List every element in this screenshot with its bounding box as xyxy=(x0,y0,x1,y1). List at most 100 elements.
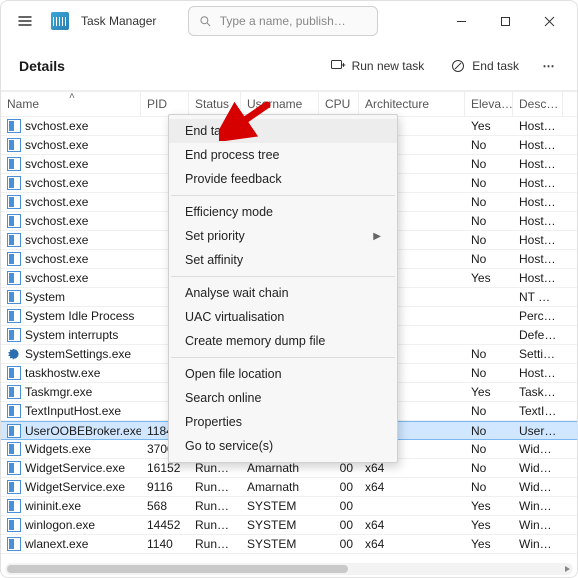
cell-description: Host… xyxy=(513,157,563,171)
context-menu-item[interactable]: Efficiency mode xyxy=(169,200,397,224)
col-status[interactable]: Status xyxy=(189,92,241,116)
process-icon xyxy=(7,233,21,247)
cell-cpu: 00 xyxy=(319,461,359,475)
cell-user: Amarnath xyxy=(241,480,319,494)
run-task-icon xyxy=(330,58,346,74)
table-row[interactable]: WidgetService.exe9116Run…Amarnath00x64No… xyxy=(1,478,577,497)
cell-description: Host… xyxy=(513,176,563,190)
cell-user: Amarnath xyxy=(241,461,319,475)
cell-pid: 9116 xyxy=(141,480,189,494)
process-name: wininit.exe xyxy=(25,499,81,513)
col-pid[interactable]: PID xyxy=(141,92,189,116)
cell-arch: x64 xyxy=(359,480,465,494)
process-name: wlanext.exe xyxy=(25,537,88,551)
process-name: TextInputHost.exe xyxy=(25,404,121,418)
cell-description: Win… xyxy=(513,518,563,532)
cell-elevated: No xyxy=(465,461,513,475)
col-elevated[interactable]: Eleva… xyxy=(465,92,513,116)
cell-user: SYSTEM xyxy=(241,499,319,513)
process-icon xyxy=(7,424,21,438)
hamburger-menu-button[interactable] xyxy=(7,3,43,39)
process-name: taskhostw.exe xyxy=(25,366,100,380)
process-icon xyxy=(7,119,21,133)
page-title: Details xyxy=(19,58,65,74)
context-menu-item[interactable]: End process tree xyxy=(169,143,397,167)
cell-pid: 1140 xyxy=(141,537,189,551)
context-menu-separator xyxy=(171,357,395,358)
context-menu-item[interactable]: Properties xyxy=(169,410,397,434)
end-task-label: End task xyxy=(472,59,519,73)
cell-status: Run… xyxy=(189,518,241,532)
close-button[interactable] xyxy=(527,5,571,37)
context-menu-label: Create memory dump file xyxy=(185,334,325,348)
cell-status: Run… xyxy=(189,461,241,475)
process-icon xyxy=(7,404,21,418)
process-icon xyxy=(7,537,21,551)
cell-arch: x64 xyxy=(359,537,465,551)
context-menu-label: Properties xyxy=(185,415,242,429)
context-menu-item[interactable]: Analyse wait chain xyxy=(169,281,397,305)
minimize-button[interactable] xyxy=(439,5,483,37)
process-name: svchost.exe xyxy=(25,176,88,190)
cell-pid: 568 xyxy=(141,499,189,513)
cell-user: SYSTEM xyxy=(241,537,319,551)
process-name: Taskmgr.exe xyxy=(25,385,92,399)
search-box[interactable] xyxy=(188,6,378,36)
end-task-button[interactable]: End task xyxy=(440,52,529,80)
context-menu-label: Set affinity xyxy=(185,253,243,267)
cell-elevated: No xyxy=(465,252,513,266)
cell-elevated: No xyxy=(465,404,513,418)
process-icon xyxy=(7,290,21,304)
context-menu-item[interactable]: UAC virtualisation xyxy=(169,305,397,329)
context-menu-item[interactable]: Go to service(s) xyxy=(169,434,397,458)
maximize-button[interactable] xyxy=(483,5,527,37)
process-name: UserOOBEBroker.exe xyxy=(25,424,141,438)
run-new-task-button[interactable]: Run new task xyxy=(320,52,435,80)
cell-description: Wid… xyxy=(513,461,563,475)
cell-status: Run… xyxy=(189,499,241,513)
cell-elevated: No xyxy=(465,157,513,171)
cell-elevated: No xyxy=(465,424,513,438)
cell-description: Perc… xyxy=(513,309,563,323)
cell-description: Host… xyxy=(513,252,563,266)
context-menu-item[interactable]: Search online xyxy=(169,386,397,410)
cell-elevated: Yes xyxy=(465,537,513,551)
process-icon xyxy=(7,271,21,285)
cell-description: User … xyxy=(513,424,563,438)
app-title: Task Manager xyxy=(81,14,156,28)
context-menu-item[interactable]: End task xyxy=(169,119,397,143)
process-icon xyxy=(7,195,21,209)
cell-description: Win… xyxy=(513,499,563,513)
cell-description: Host… xyxy=(513,366,563,380)
context-menu-item[interactable]: Open file location xyxy=(169,362,397,386)
process-name: svchost.exe xyxy=(25,157,88,171)
cell-elevated: No xyxy=(465,442,513,456)
col-cpu[interactable]: CPU xyxy=(319,92,359,116)
cell-description: Host… xyxy=(513,214,563,228)
cell-pid: 16152 xyxy=(141,461,189,475)
more-button[interactable]: ⋯ xyxy=(535,53,563,79)
cell-description: Task… xyxy=(513,385,563,399)
search-input[interactable] xyxy=(220,14,368,28)
cell-elevated: No xyxy=(465,138,513,152)
cell-elevated: No xyxy=(465,480,513,494)
context-menu-item[interactable]: Set priority▶ xyxy=(169,224,397,248)
process-name: System xyxy=(25,290,65,304)
context-menu-item[interactable]: Set affinity xyxy=(169,248,397,272)
process-name: svchost.exe xyxy=(25,119,88,133)
table-row[interactable]: winlogon.exe14452Run…SYSTEM00x64YesWin… xyxy=(1,516,577,535)
context-menu-label: End task xyxy=(185,124,234,138)
cell-status: Run… xyxy=(189,537,241,551)
col-architecture[interactable]: Architecture xyxy=(359,92,465,116)
col-description[interactable]: Desc… xyxy=(513,92,563,116)
col-username[interactable]: Username xyxy=(241,92,319,116)
table-row[interactable]: wininit.exe568Run…SYSTEM00YesWin… xyxy=(1,497,577,516)
cell-cpu: 00 xyxy=(319,499,359,513)
table-row[interactable]: wlanext.exe1140Run…SYSTEM00x64YesWin… xyxy=(1,535,577,554)
context-menu-separator xyxy=(171,195,395,196)
context-menu-item[interactable]: Provide feedback xyxy=(169,167,397,191)
process-icon xyxy=(7,328,21,342)
context-menu-item[interactable]: Create memory dump file xyxy=(169,329,397,353)
context-menu-label: Efficiency mode xyxy=(185,205,273,219)
horizontal-scrollbar[interactable] xyxy=(5,563,573,575)
